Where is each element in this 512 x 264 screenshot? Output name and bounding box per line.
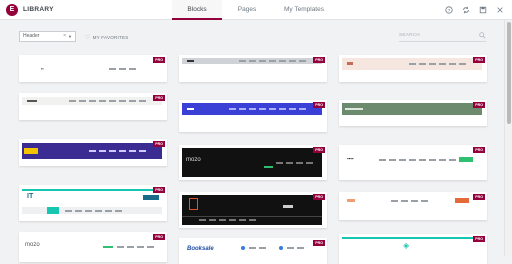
card-nav	[391, 200, 483, 202]
top-bar: E LIBRARY Blocks Pages My Templates ?	[0, 0, 512, 20]
card-active-item	[264, 166, 273, 168]
card-cta	[455, 198, 469, 203]
template-card[interactable]: Booksale PRO	[179, 238, 327, 264]
category-select[interactable]: Header × ▼	[19, 31, 76, 42]
svg-text:?: ?	[448, 8, 451, 14]
pro-badge: PRO	[313, 240, 325, 246]
template-card[interactable]: PRO	[339, 100, 487, 126]
pro-badge: PRO	[153, 234, 165, 240]
search-placeholder: SEARCH	[399, 32, 420, 37]
pro-badge: PRO	[153, 57, 165, 63]
clear-icon[interactable]: ×	[63, 32, 66, 41]
card-nav	[109, 68, 163, 70]
card-cta	[459, 157, 473, 162]
tab-my-templates[interactable]: My Templates	[272, 0, 336, 20]
my-favorites-filter[interactable]: ♡ MY FAVORITES	[85, 34, 129, 41]
scrollbar[interactable]	[504, 20, 512, 256]
library-title: LIBRARY	[23, 6, 54, 13]
help-icon[interactable]: ?	[445, 6, 453, 14]
card-nav	[276, 162, 323, 164]
scrollbar-thumb[interactable]	[507, 22, 511, 124]
my-favorites-label: MY FAVORITES	[92, 35, 129, 40]
card-nav	[345, 108, 483, 110]
card-contact-icon	[279, 246, 283, 250]
card-logo: ▪▪▪▪	[347, 156, 354, 161]
pro-badge: PRO	[153, 141, 165, 147]
card-nav	[117, 246, 163, 248]
card-nav	[199, 219, 323, 221]
card-logo: ▪▪	[41, 66, 44, 71]
template-card[interactable]: PRO	[19, 139, 167, 166]
pro-badge: PRO	[153, 187, 165, 193]
pro-badge: PRO	[313, 147, 325, 153]
card-nav	[409, 63, 483, 65]
sync-icon[interactable]	[462, 6, 470, 14]
card-nav	[69, 100, 163, 102]
card-logo	[24, 148, 38, 154]
card-logo: mozo	[25, 242, 40, 248]
template-card[interactable]: ◈ PRO	[339, 234, 487, 264]
elementor-logo-icon: E	[6, 4, 18, 16]
card-social	[143, 195, 159, 200]
pro-badge: PRO	[473, 102, 485, 108]
chevron-down-icon[interactable]: ▼	[68, 32, 72, 41]
template-card[interactable]: PRO	[19, 93, 167, 120]
card-logo: mozo	[186, 157, 201, 163]
card-logo	[347, 199, 355, 202]
card-logo	[189, 198, 198, 210]
pro-badge: PRO	[313, 102, 325, 108]
pro-badge: PRO	[473, 194, 485, 200]
template-card[interactable]: IT PRO	[19, 185, 167, 221]
template-card[interactable]: PRO	[339, 55, 487, 82]
close-icon[interactable]	[496, 6, 504, 14]
template-card[interactable]: ▪▪▪▪ PRO	[339, 145, 487, 180]
card-nav	[239, 60, 323, 62]
tab-blocks[interactable]: Blocks	[172, 0, 222, 20]
card-nav	[229, 108, 323, 110]
pro-badge: PRO	[473, 57, 485, 63]
search-icon	[479, 32, 486, 39]
category-select-value: Header	[23, 33, 40, 39]
card-top-line	[22, 189, 162, 191]
save-icon[interactable]	[479, 6, 487, 14]
card-search	[283, 205, 293, 208]
template-card[interactable]: ▪▪ PRO	[19, 55, 167, 82]
card-nav	[287, 247, 323, 249]
template-card[interactable]: mozo PRO	[19, 232, 167, 262]
template-card[interactable]: PRO	[179, 55, 327, 82]
card-divider	[182, 216, 322, 217]
pro-badge: PRO	[473, 147, 485, 153]
search-input[interactable]: SEARCH	[399, 32, 486, 42]
pro-badge: PRO	[153, 95, 165, 101]
pro-badge: PRO	[473, 236, 485, 242]
card-logo: IT	[27, 193, 34, 200]
card-active-item	[47, 207, 59, 214]
card-nav	[89, 150, 163, 152]
card-active-item	[103, 246, 113, 248]
template-card[interactable]: mozo PRO	[179, 145, 327, 180]
card-contact-icon	[241, 246, 245, 250]
pro-badge: PRO	[313, 194, 325, 200]
template-card[interactable]: PRO	[179, 192, 327, 228]
card-logo-icon: ◈	[403, 241, 410, 250]
heart-icon: ♡	[85, 35, 91, 41]
card-logo: Booksale	[187, 246, 214, 252]
card-top-line	[342, 237, 482, 239]
template-card[interactable]: PRO	[179, 100, 327, 132]
card-nav	[65, 210, 163, 212]
pro-badge: PRO	[313, 57, 325, 63]
card-logo	[347, 62, 353, 65]
tab-pages[interactable]: Pages	[222, 0, 272, 20]
template-card[interactable]: PRO	[339, 192, 487, 220]
